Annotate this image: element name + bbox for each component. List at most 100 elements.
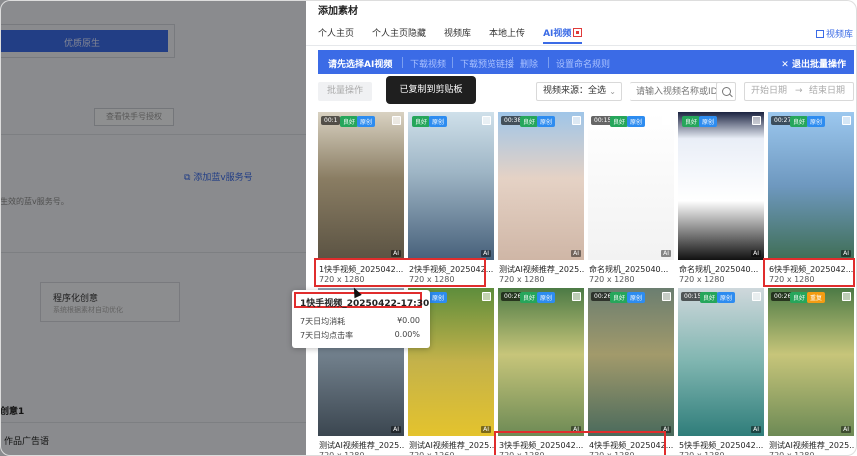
- highlight-box: [763, 258, 855, 287]
- video-card[interactable]: 00:38 良好 原创 AI 测试AI视频推荐_2025... 720 x 1280: [498, 112, 585, 284]
- video-tag: 原创: [699, 116, 718, 127]
- exit-batch-button[interactable]: ✕ 退出批量操作: [781, 57, 846, 70]
- video-thumbnail[interactable]: 00:1 良好 原创 AI: [318, 112, 404, 260]
- video-tag: 原创: [429, 292, 448, 303]
- video-tag: 原创: [537, 292, 556, 303]
- video-tag: 良好: [790, 116, 809, 127]
- video-card[interactable]: 00:15 良好 原创 AI 5快手视频_2025042... 720 x 1280: [678, 288, 764, 456]
- video-tag: 原创: [537, 116, 556, 127]
- video-tag: 良好: [520, 116, 539, 127]
- video-name[interactable]: 命名规机_2025040...: [679, 264, 765, 275]
- video-tag: 原创: [627, 292, 646, 303]
- new-badge-icon: [573, 28, 583, 37]
- select-checkbox[interactable]: [482, 116, 491, 125]
- ai-badge: AI: [751, 250, 761, 257]
- ai-badge: AI: [841, 250, 851, 257]
- video-thumbnail[interactable]: 00:27 良好 原创 AI: [768, 112, 854, 260]
- video-source-value: 视频来源：全选: [543, 86, 607, 96]
- select-checkbox[interactable]: [752, 116, 761, 125]
- ai-badge: AI: [661, 250, 671, 257]
- date-range-picker[interactable]: 开始日期 → 结束日期: [744, 82, 854, 101]
- divider: [548, 57, 549, 68]
- video-name[interactable]: 命名规机_2025040...: [589, 264, 675, 275]
- ai-badge: AI: [481, 250, 491, 257]
- video-tag: 重复: [807, 292, 826, 303]
- drawer-title: 添加素材: [318, 6, 358, 17]
- ai-badge: AI: [391, 426, 401, 433]
- select-checkbox[interactable]: [662, 292, 671, 301]
- tab-profile[interactable]: 个人主页: [318, 26, 354, 42]
- select-checkbox[interactable]: [842, 116, 851, 125]
- select-checkbox[interactable]: [572, 116, 581, 125]
- video-tag: 良好: [790, 292, 809, 303]
- video-detail-tooltip: 1快手视频_20250422-17:30 7天日均消耗 ¥0.00 7天日均点击…: [292, 290, 430, 348]
- tooltip-ctr-value: 0.00%: [394, 330, 420, 339]
- video-search-input[interactable]: [630, 82, 722, 101]
- close-icon: ✕: [781, 60, 789, 70]
- select-checkbox[interactable]: [752, 292, 761, 301]
- video-library-link-label: 视频库: [825, 30, 853, 40]
- ai-badge: AI: [391, 250, 401, 257]
- video-thumbnail[interactable]: 00:26 良好 原创 AI: [498, 288, 584, 436]
- video-tag: 良好: [700, 292, 719, 303]
- tooltip-cost-label: 7天日均消耗: [300, 317, 346, 326]
- copied-toast: 已复制到剪贴板: [386, 76, 476, 104]
- select-checkbox[interactable]: [842, 292, 851, 301]
- highlight-box: [314, 258, 486, 287]
- video-name[interactable]: 测试AI视频推荐_2025...: [319, 440, 405, 451]
- video-card[interactable]: 00:15 良好 原创 AI 命名规机_2025040... 720 x 1280: [588, 112, 674, 284]
- batch-operation-button[interactable]: 批量操作: [318, 82, 372, 101]
- video-tag: 原创: [429, 116, 448, 127]
- naming-rule-button[interactable]: 设置命名规则: [556, 57, 610, 70]
- ai-badge: AI: [841, 426, 851, 433]
- video-resolution: 720 x 1280: [499, 275, 545, 284]
- delete-button[interactable]: 删除: [520, 57, 538, 70]
- tab-video-library[interactable]: 视频库: [444, 26, 471, 42]
- external-link-icon: [815, 30, 824, 38]
- add-material-drawer: 添加素材 个人主页 个人主页隐藏 视频库 本地上传 AI视频 视频库 请先选择A…: [306, 0, 857, 456]
- video-name[interactable]: 测试AI视频推荐_2025...: [769, 440, 855, 451]
- ai-badge: AI: [571, 250, 581, 257]
- select-checkbox[interactable]: [482, 292, 491, 301]
- video-library-link[interactable]: 视频库: [815, 27, 853, 40]
- search-icon[interactable]: [716, 82, 736, 101]
- exit-batch-label: 退出批量操作: [791, 60, 846, 70]
- video-tag: 良好: [340, 116, 359, 127]
- download-video-button[interactable]: 下载视频: [410, 57, 446, 70]
- modal-overlay[interactable]: [0, 0, 306, 456]
- video-thumbnail[interactable]: 00:15 良好 原创 AI: [678, 288, 764, 436]
- ai-badge: AI: [751, 426, 761, 433]
- tab-ai-video-label: AI视频: [543, 29, 572, 39]
- select-checkbox[interactable]: [572, 292, 581, 301]
- video-thumbnail[interactable]: 00:26 良好 原创 AI: [588, 288, 674, 436]
- video-card[interactable]: 00:26 良好 重复 AI 测试AI视频推荐_2025... 720 x 1280: [768, 288, 855, 456]
- select-checkbox[interactable]: [392, 116, 401, 125]
- video-thumbnail[interactable]: 00:26 良好 重复 AI: [768, 288, 854, 436]
- video-tag: 原创: [357, 116, 376, 127]
- video-tag: 良好: [610, 292, 629, 303]
- video-name[interactable]: 5快手视频_2025042...: [679, 440, 765, 451]
- arrow-right-icon: →: [795, 86, 803, 96]
- video-tag: 良好: [610, 116, 629, 127]
- video-tag: 原创: [717, 292, 736, 303]
- tab-profile-hidden[interactable]: 个人主页隐藏: [372, 26, 426, 42]
- video-card[interactable]: 良好 原创 AI 命名规机_2025040... 720 x 1280: [678, 112, 764, 284]
- tooltip-cost-value: ¥0.00: [397, 316, 420, 325]
- video-thumbnail[interactable]: 良好原创 AI: [408, 112, 494, 260]
- video-source-select[interactable]: 视频来源：全选 ⌄: [536, 82, 622, 101]
- date-start: 开始日期: [751, 86, 788, 96]
- video-name[interactable]: 测试AI视频推荐_2025...: [409, 440, 495, 451]
- divider: [512, 57, 513, 68]
- select-checkbox[interactable]: [662, 116, 671, 125]
- download-preview-link-button[interactable]: 下载预览链接: [460, 57, 514, 70]
- tab-local-upload[interactable]: 本地上传: [489, 26, 525, 42]
- video-name[interactable]: 测试AI视频推荐_2025...: [499, 264, 585, 275]
- video-resolution: 720 x 1280: [679, 275, 725, 284]
- video-thumbnail[interactable]: 良好原创 AI: [678, 112, 764, 260]
- video-resolution: 720 x 1260: [409, 451, 455, 456]
- video-tag: 原创: [807, 116, 826, 127]
- video-resolution: 720 x 1280: [769, 451, 815, 456]
- video-thumbnail[interactable]: 00:38 良好 原创 AI: [498, 112, 584, 260]
- video-thumbnail[interactable]: 00:15 良好 原创 AI: [588, 112, 674, 260]
- tab-ai-video[interactable]: AI视频: [543, 26, 583, 44]
